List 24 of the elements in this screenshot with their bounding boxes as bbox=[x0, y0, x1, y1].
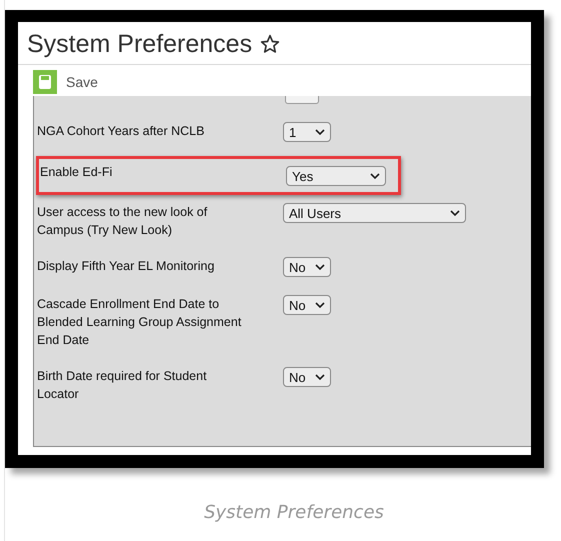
dropdown[interactable]: Yes bbox=[286, 166, 386, 186]
chevron-down-icon bbox=[450, 210, 460, 216]
save-icon bbox=[33, 70, 57, 94]
dropdown[interactable]: No bbox=[283, 257, 331, 277]
figure-caption: System Preferences bbox=[203, 501, 385, 523]
dropdown[interactable]: No bbox=[283, 367, 331, 387]
save-button[interactable]: Save bbox=[33, 70, 98, 94]
chevron-down-icon bbox=[315, 128, 325, 136]
preference-label: NGA Cohort Years after NCLB bbox=[37, 123, 206, 140]
chevron-down-icon bbox=[315, 264, 325, 270]
preference-label: Display Fifth Year EL Monitoring bbox=[37, 258, 216, 275]
chevron-down-icon bbox=[370, 172, 380, 180]
preference-label: Enable Ed-Fi bbox=[40, 164, 114, 181]
dropdown[interactable]: All Users bbox=[283, 203, 466, 223]
dropdown[interactable]: 1 bbox=[283, 122, 331, 142]
chevron-down-icon bbox=[315, 374, 325, 380]
preference-label: Birth Date required for Student Locator bbox=[37, 368, 208, 403]
star-icon[interactable] bbox=[260, 34, 280, 54]
preference-label: Cascade Enrollment End Date to Blended Learning Group Assignment End Date bbox=[37, 296, 242, 349]
page-title: System Preferences bbox=[27, 30, 252, 58]
dropdown[interactable]: No bbox=[283, 295, 331, 315]
dropdown[interactable] bbox=[285, 96, 319, 104]
chevron-down-icon bbox=[315, 302, 325, 308]
preference-label: User access to the new look of Campus (Try New Look) bbox=[37, 204, 208, 239]
